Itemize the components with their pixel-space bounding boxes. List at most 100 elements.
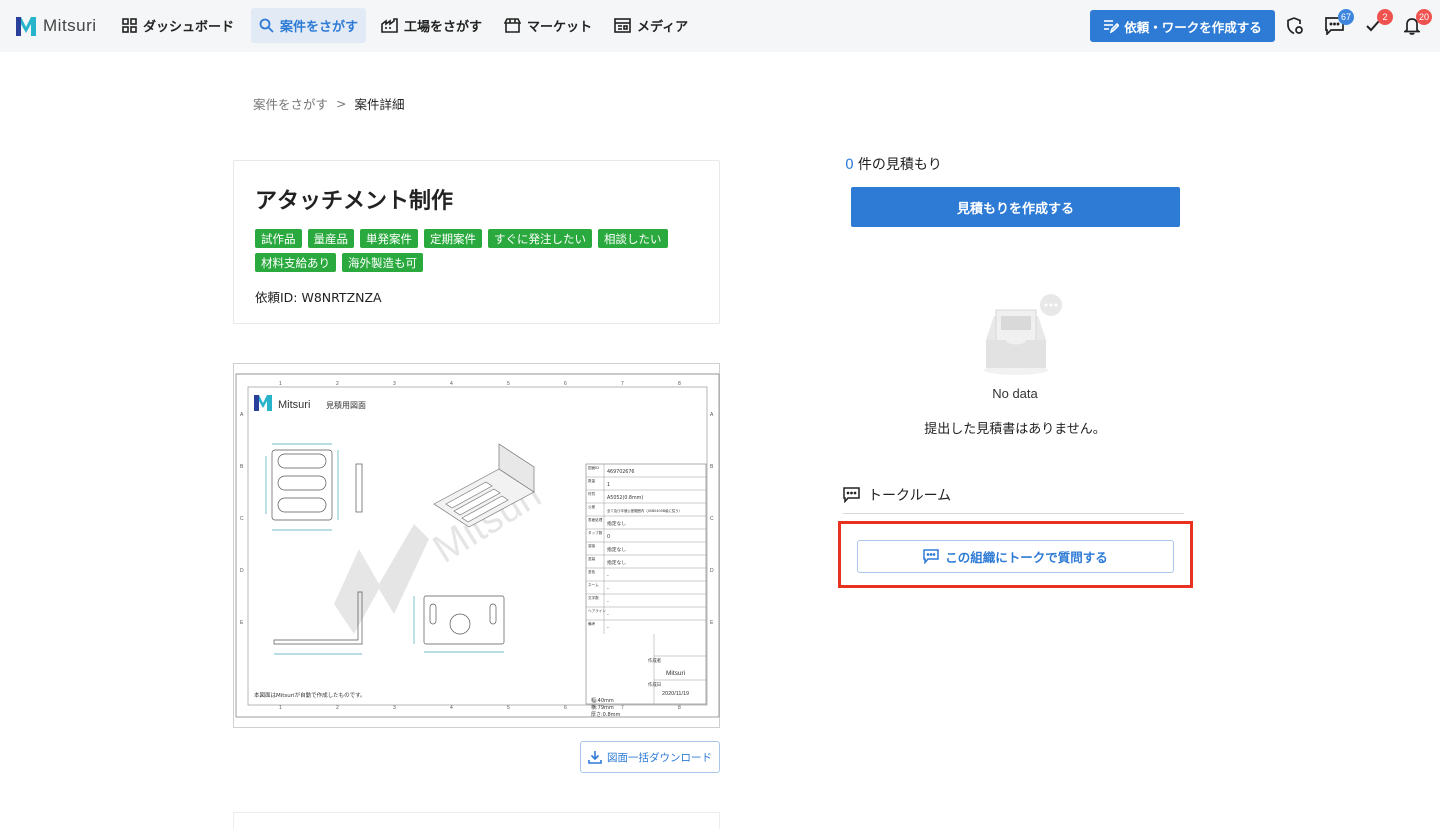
spec-row-label: 公差 <box>588 504 596 509</box>
nav-search-projects-label: 案件をさがす <box>280 20 359 35</box>
next-section-card <box>233 812 720 829</box>
chat-icon <box>923 549 939 564</box>
dim-thickness: 厚さ:0.8mm <box>591 711 621 718</box>
quote-count: 0 件の見積もり <box>845 154 942 174</box>
edit-list-icon <box>1104 20 1120 33</box>
grid-icon <box>122 18 137 33</box>
nav-market[interactable]: マーケット <box>496 8 600 43</box>
sheet-row-letter: D <box>710 568 714 574</box>
ask-organization-button[interactable]: この組織にトークで質問する <box>857 540 1174 573</box>
spec-row-label: 塗装 <box>588 556 596 561</box>
mitsuri-logo-icon <box>16 17 36 36</box>
sheet-col-number: 5 <box>507 381 510 387</box>
drawing-header-text: 見積用図面 <box>326 400 366 410</box>
spec-row-value: 1 <box>607 482 610 488</box>
breadcrumb-parent-link[interactable]: 案件をさがす <box>253 94 328 113</box>
store-icon <box>504 18 521 33</box>
spec-row-value: - <box>607 587 609 592</box>
sheet-col-number: 2 <box>336 705 339 711</box>
spec-row-label: 溶接 <box>588 543 596 548</box>
search-icon <box>259 18 274 33</box>
spec-row-label: 塗色 <box>588 569 596 574</box>
shield-gear-icon <box>1287 17 1303 35</box>
spec-row-value: 指定なし <box>607 546 626 553</box>
spec-row-label: ヘアライン <box>588 608 606 613</box>
talk-room-title: トークルーム <box>868 488 952 504</box>
sheet-col-number: 8 <box>678 381 681 387</box>
spec-row-value: 469702676 <box>607 469 634 475</box>
sheet-col-number: 4 <box>450 381 453 387</box>
download-drawings-label: 図面一括ダウンロード <box>607 751 712 764</box>
quote-count-number: 0 <box>845 157 854 173</box>
sheet-col-number: 4 <box>450 705 453 711</box>
newspaper-icon <box>614 18 631 33</box>
create-request-button[interactable]: 依頼・ワークを作成する <box>1090 10 1275 42</box>
breadcrumb: 案件をさがす > 案件詳細 <box>253 94 405 113</box>
sheet-row-letter: D <box>240 568 244 574</box>
dim-length: 横:79mm <box>591 704 614 711</box>
create-quote-button[interactable]: 見積もりを作成する <box>851 187 1180 227</box>
nav-media[interactable]: メディア <box>606 8 696 43</box>
empty-state-message: 提出した見積書はありません。 <box>924 422 1106 437</box>
notifications-badge: 20 <box>1415 9 1432 25</box>
project-title: アタッチメント制作 <box>255 189 454 214</box>
talk-divider <box>843 513 1184 514</box>
spec-row-label: 文字数 <box>588 595 599 600</box>
sheet-col-number: 7 <box>621 381 624 387</box>
download-icon <box>588 751 602 764</box>
sheet-col-number: 3 <box>393 381 396 387</box>
request-id: 依頼ID: W8NRTZNZA <box>255 290 382 305</box>
sheet-row-letter: C <box>240 516 244 522</box>
messages-button[interactable]: 67 <box>1323 9 1354 37</box>
drawing-preview[interactable]: 1122334455667788 AABBCCDDEE Mitsuri 見積用図… <box>233 363 720 728</box>
drawing-date: 2020/11/19 <box>662 691 689 697</box>
sheet-col-number: 5 <box>507 705 510 711</box>
chat-icon <box>843 487 860 503</box>
spec-row-label: 数量 <box>588 478 596 483</box>
tag-prototype: 試作品 <box>255 229 302 248</box>
sheet-col-number: 3 <box>393 705 396 711</box>
settings-shield-button[interactable] <box>1284 15 1306 37</box>
author-label: 作成者 <box>648 657 662 664</box>
spec-row-label: 材質 <box>588 491 596 496</box>
tag-consultation: 相談したい <box>598 229 668 248</box>
sheet-col-number: 1 <box>279 381 282 387</box>
app-name: Mitsuri <box>43 16 97 35</box>
spec-row-value: - <box>607 613 609 618</box>
spec-row-value: 指定なし <box>607 520 626 527</box>
tasks-button[interactable]: 2 <box>1362 9 1393 37</box>
nav-search-factories[interactable]: 工場をさがす <box>373 8 490 43</box>
quote-count-suffix: 件の見積もり <box>857 157 942 173</box>
spec-row-value: A5052(0.8mm) <box>607 495 643 501</box>
spec-row-value: - <box>607 600 609 605</box>
spec-row-value: 0 <box>607 534 610 540</box>
spec-row-label: 図面ID <box>588 465 599 470</box>
nav-dashboard[interactable]: ダッシュボード <box>114 8 242 43</box>
notifications-button[interactable]: 20 <box>1401 9 1432 37</box>
nav-market-label: マーケット <box>527 20 593 35</box>
drawing-logo-text: Mitsuri <box>278 399 310 411</box>
dim-width: 幅:40mm <box>591 697 614 704</box>
empty-inbox-icon <box>984 294 1062 375</box>
tag-mass-production: 量産品 <box>307 229 354 248</box>
spec-row-value: 指定なし <box>607 559 626 566</box>
mitsuri-logo[interactable]: Mitsuri <box>15 14 97 38</box>
sheet-col-number: 6 <box>564 381 567 387</box>
tag-one-off: 単発案件 <box>360 229 418 248</box>
project-summary-card: アタッチメント制作 試作品 量産品 単発案件 定期案件 すぐに発注したい 相談し… <box>233 160 720 324</box>
breadcrumb-current: 案件詳細 <box>354 97 405 112</box>
author-logo-text: Mitsuri <box>666 670 685 677</box>
download-drawings-button[interactable]: 図面一括ダウンロード <box>580 741 720 773</box>
messages-badge: 67 <box>1337 9 1354 25</box>
spec-row-label: タップ数 <box>588 530 603 535</box>
empty-state-title: No data <box>992 386 1038 401</box>
spec-row-value: 全て及び半値公差範囲内（JISB0405B級に従う） <box>607 508 682 513</box>
drawing-footer-note: 本図面はMitsuriが自動で作成したものです。 <box>254 691 366 699</box>
nav-media-label: メディア <box>637 20 689 35</box>
nav-search-projects[interactable]: 案件をさがす <box>251 8 367 43</box>
tasks-badge: 2 <box>1377 9 1393 25</box>
factory-icon <box>381 18 398 33</box>
spec-row-value: - <box>607 574 609 579</box>
spec-row-label: 表面処理 <box>588 517 603 522</box>
date-label: 作成日 <box>648 681 661 688</box>
